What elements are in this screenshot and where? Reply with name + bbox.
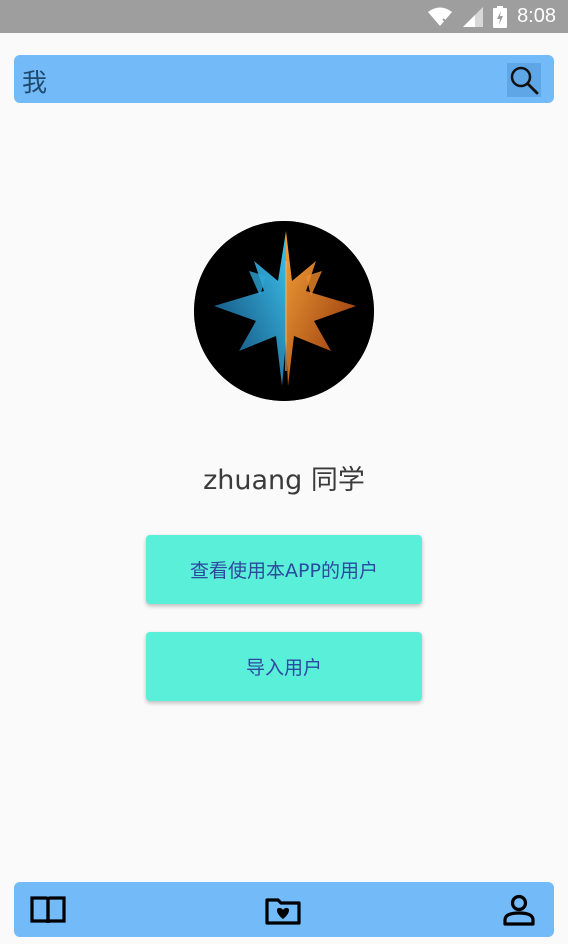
nav-item-favorites[interactable] [264, 892, 302, 928]
book-icon [30, 896, 66, 924]
top-app-bar: 我 [14, 55, 554, 103]
wifi-icon [428, 7, 453, 26]
battery-charging-icon [493, 5, 508, 28]
username: zhuang 同学 [203, 465, 365, 496]
folder-heart-icon [265, 898, 301, 925]
status-icons: 8:08 [427, 0, 556, 33]
person-icon [503, 894, 535, 926]
avatar[interactable] [194, 221, 374, 401]
status-bar: 8:08 [0, 0, 568, 33]
page-title: 我 [22, 68, 48, 97]
signal-icon [463, 6, 484, 27]
search-button[interactable] [507, 63, 541, 97]
avatar-emblem-image [194, 221, 374, 401]
search-icon [510, 66, 539, 95]
clock: 8:08 [517, 5, 556, 27]
nav-item-books[interactable] [29, 892, 67, 928]
view-app-users-button[interactable]: 查看使用本APP的用户 [146, 535, 422, 604]
bottom-navigation [14, 882, 554, 937]
import-users-button[interactable]: 导入用户 [146, 632, 422, 701]
nav-item-profile[interactable] [500, 892, 538, 928]
